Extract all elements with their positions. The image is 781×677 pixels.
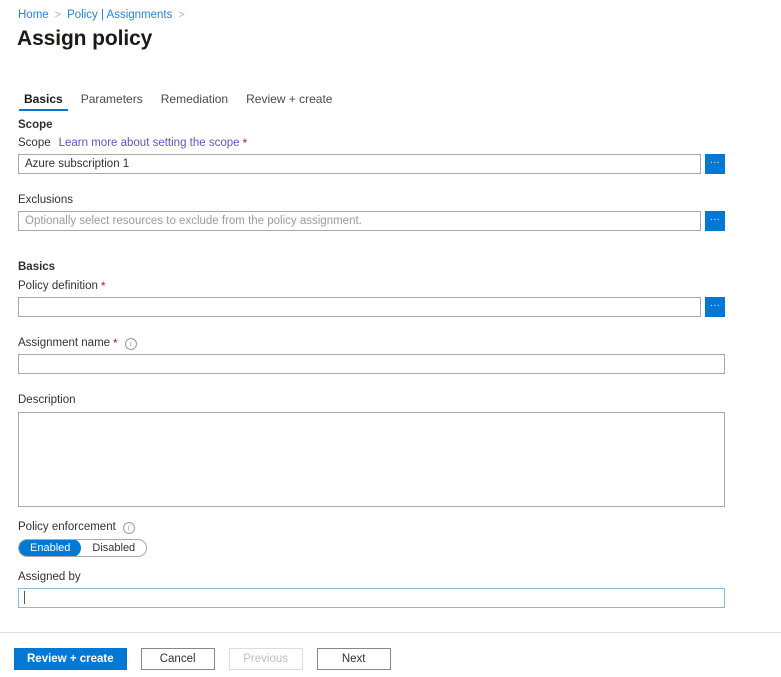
exclusions-field-label: Exclusions: [18, 193, 781, 208]
tab-review-create[interactable]: Review + create: [237, 92, 341, 111]
description-field-label: Description: [18, 393, 781, 408]
description-label-text: Description: [18, 393, 76, 408]
scope-section-heading: Scope: [18, 118, 781, 133]
assigned-by-input[interactable]: [18, 588, 725, 608]
ellipsis-icon: ...: [710, 301, 720, 307]
description-input-row: [18, 412, 781, 507]
scope-input[interactable]: [18, 154, 701, 174]
assign-policy-form: Scope Scope Learn more about setting the…: [0, 118, 781, 608]
toggle-option-disabled[interactable]: Disabled: [81, 539, 146, 557]
exclusions-input-row: ...: [18, 211, 781, 231]
scope-input-row: ...: [18, 154, 781, 174]
assignment-name-input[interactable]: [18, 354, 725, 374]
next-button[interactable]: Next: [317, 648, 391, 670]
assigned-by-field-label: Assigned by: [18, 570, 781, 585]
info-icon[interactable]: i: [123, 522, 135, 534]
assignment-name-field-label: Assignment name * i: [18, 336, 781, 351]
scope-browse-button[interactable]: ...: [705, 154, 725, 174]
policy-definition-required-mark: *: [101, 279, 106, 294]
breadcrumb-item-home[interactable]: Home: [18, 8, 49, 22]
review-create-button[interactable]: Review + create: [14, 648, 127, 670]
learn-more-scope-link[interactable]: Learn more about setting the scope: [59, 136, 240, 151]
assignment-name-required-mark: *: [113, 336, 118, 351]
ellipsis-icon: ...: [710, 158, 720, 164]
policy-definition-input-row: ...: [18, 297, 781, 317]
scope-required-mark: *: [243, 136, 248, 151]
cancel-button[interactable]: Cancel: [141, 648, 215, 670]
policy-definition-field-label: Policy definition *: [18, 279, 781, 294]
assignment-name-input-row: [18, 354, 781, 374]
tab-parameters[interactable]: Parameters: [72, 92, 152, 111]
policy-definition-browse-button[interactable]: ...: [705, 297, 725, 317]
footer-actions: Review + create Cancel Previous Next: [14, 648, 391, 670]
ellipsis-icon: ...: [710, 215, 720, 221]
toggle-option-enabled[interactable]: Enabled: [19, 539, 81, 557]
page-title: Assign policy: [17, 26, 152, 52]
breadcrumb-separator-icon: >: [178, 8, 184, 22]
breadcrumb-separator-icon: >: [55, 8, 61, 22]
policy-definition-label-text: Policy definition: [18, 279, 98, 294]
exclusions-input[interactable]: [18, 211, 701, 231]
tab-remediation[interactable]: Remediation: [152, 92, 237, 111]
breadcrumb-item-policy-assignments[interactable]: Policy | Assignments: [67, 8, 172, 22]
policy-enforcement-toggle[interactable]: Enabled Disabled: [18, 539, 147, 557]
exclusions-browse-button[interactable]: ...: [705, 211, 725, 231]
description-textarea[interactable]: [18, 412, 725, 507]
scope-field-label: Scope Learn more about setting the scope…: [18, 136, 781, 151]
assignment-name-label-text: Assignment name: [18, 336, 110, 351]
assigned-by-label-text: Assigned by: [18, 570, 81, 585]
policy-enforcement-label-text: Policy enforcement: [18, 520, 116, 535]
policy-enforcement-toggle-wrap: Enabled Disabled: [0, 539, 781, 557]
tab-basics[interactable]: Basics: [15, 92, 72, 111]
scope-label-text: Scope: [18, 136, 51, 151]
previous-button: Previous: [229, 648, 303, 670]
tab-bar: Basics Parameters Remediation Review + c…: [15, 89, 341, 111]
policy-definition-input[interactable]: [18, 297, 701, 317]
policy-enforcement-field-label: Policy enforcement i: [18, 520, 781, 535]
footer-divider: [0, 632, 781, 633]
info-icon[interactable]: i: [125, 338, 137, 350]
basics-section-heading: Basics: [18, 260, 781, 275]
assigned-by-input-row: [18, 588, 781, 608]
exclusions-label-text: Exclusions: [18, 193, 73, 208]
breadcrumb: Home > Policy | Assignments >: [18, 8, 191, 22]
